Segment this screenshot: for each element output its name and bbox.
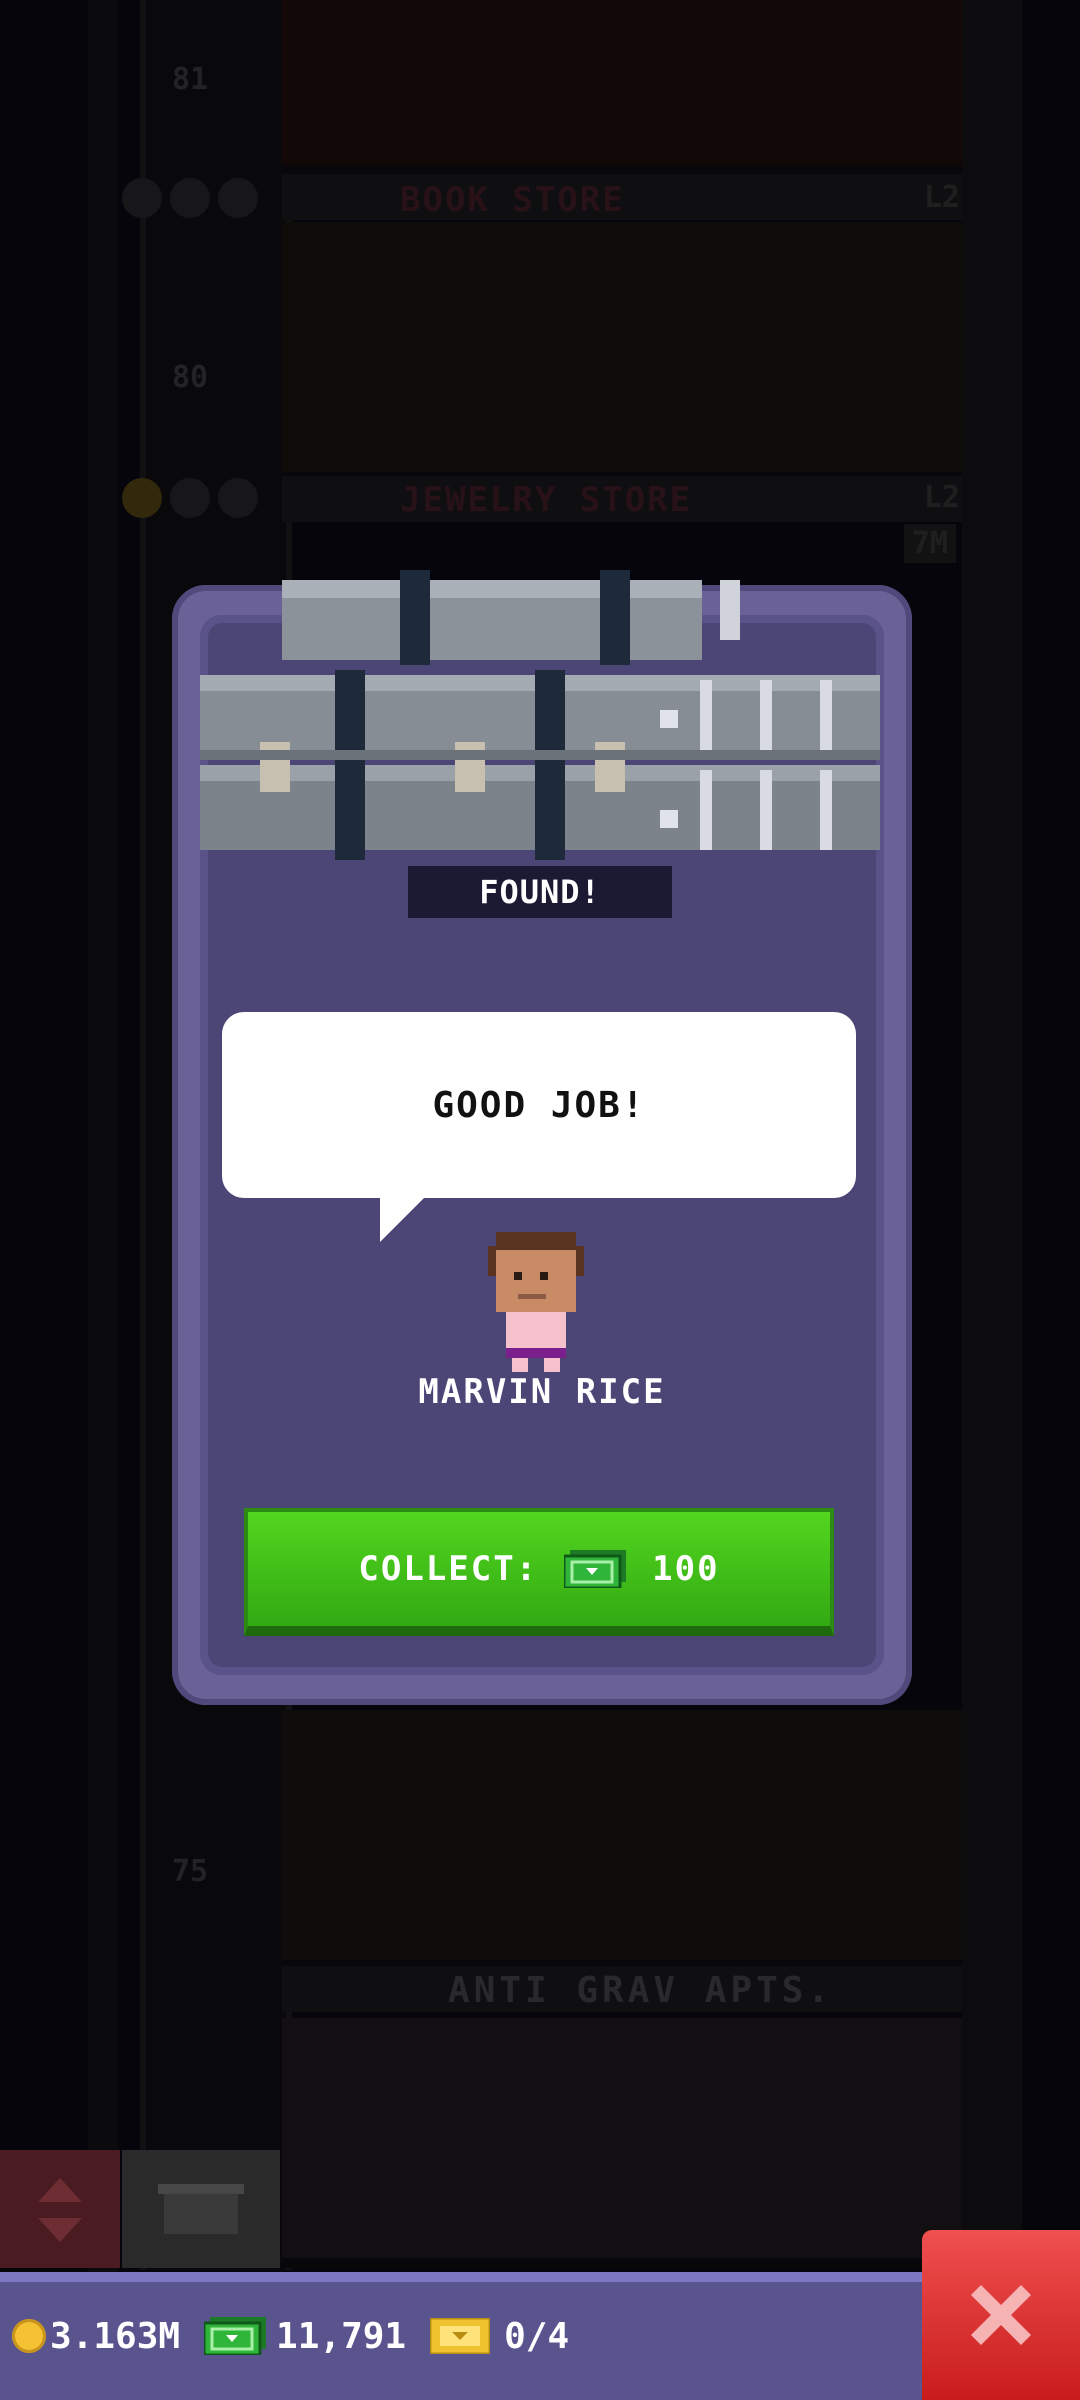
speech-bubble-tail: [380, 1198, 424, 1242]
found-status-tag: FOUND!: [408, 866, 672, 918]
elevator-arrows-icon: [38, 2178, 82, 2242]
build-button[interactable]: [122, 2150, 280, 2268]
collect-label: COLLECT:: [358, 1549, 539, 1589]
cash-icon: [564, 1550, 627, 1588]
collect-amount: 100: [652, 1549, 720, 1589]
cash-icon: [204, 2317, 267, 2355]
character-sprite: [488, 1232, 584, 1372]
speech-text: GOOD JOB!: [432, 1084, 646, 1126]
coins-value: 3.163M: [50, 2315, 181, 2357]
bux-value: 11,791: [276, 2315, 407, 2357]
speech-bubble: GOOD JOB!: [222, 1012, 856, 1198]
currency-bar: 3.163M 11,791 0/4: [0, 2272, 922, 2400]
build-icon: [158, 2184, 244, 2234]
elevator-button[interactable]: [0, 2150, 120, 2268]
coin-icon: [12, 2319, 46, 2353]
ticket-icon: [430, 2318, 491, 2354]
close-icon: [971, 2285, 1031, 2345]
bux-counter: 11,791: [204, 2316, 406, 2357]
crate-illustration: [200, 570, 880, 860]
tickets-value: 0/4: [504, 2315, 570, 2357]
collect-button[interactable]: COLLECT: 100: [244, 1508, 834, 1636]
character-name: MARVIN RICE: [418, 1372, 666, 1412]
coins-counter: 3.163M: [12, 2316, 180, 2357]
tickets-counter: 0/4: [430, 2316, 569, 2357]
close-button[interactable]: [922, 2230, 1080, 2400]
